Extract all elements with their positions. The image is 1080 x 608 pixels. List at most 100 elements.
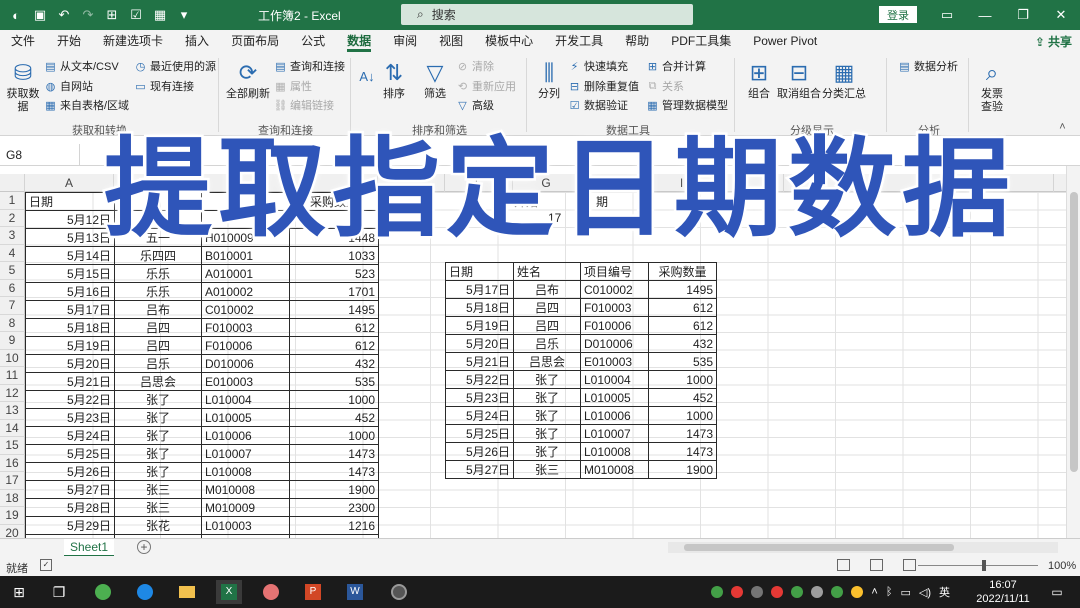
table-cell[interactable]: M010009 [201, 498, 290, 517]
table-cell[interactable]: 432 [289, 354, 379, 373]
table-cell[interactable]: 535 [648, 352, 717, 371]
queries-connections-button[interactable]: ▤ 查询和连接 [274, 58, 345, 74]
row-header[interactable]: 17 [0, 472, 25, 490]
edit-links-button[interactable]: ⛓ 编辑链接 [274, 97, 334, 113]
from-text-csv-button[interactable]: ▤ 从文本/CSV [44, 58, 118, 74]
table-cell[interactable]: L010007 [201, 444, 290, 463]
row-header[interactable]: 20 [0, 524, 25, 538]
table-cell[interactable]: L010003 [201, 516, 290, 535]
table-cell[interactable]: 1473 [289, 444, 379, 463]
table-cell[interactable]: F010006 [201, 336, 290, 355]
table-cell[interactable]: 5月23日 [25, 408, 115, 427]
table-cell[interactable]: F010006 [580, 316, 649, 335]
row-header[interactable]: 14 [0, 419, 25, 437]
column-header[interactable]: I [648, 174, 716, 192]
ribbon-tab[interactable]: 公式 [290, 30, 336, 52]
table-cell[interactable]: 1000 [289, 426, 379, 445]
ribbon-tab[interactable]: 插入 [174, 30, 220, 52]
page-break-view-icon[interactable] [903, 559, 916, 571]
zoom-slider[interactable] [918, 565, 1038, 566]
table-cell[interactable]: 1701 [289, 282, 379, 301]
table-cell[interactable]: 1473 [648, 442, 717, 461]
table-cell[interactable]: A010001 [201, 264, 290, 283]
column-header[interactable]: H [580, 174, 648, 192]
table-cell[interactable]: 5月16日 [25, 282, 115, 301]
table-cell[interactable]: 吕四 [513, 298, 581, 317]
ribbon-tab[interactable]: PDF工具集 [660, 30, 742, 52]
table-cell[interactable]: 612 [648, 298, 717, 317]
row-header[interactable]: 10 [0, 349, 25, 367]
table-cell[interactable]: L010005 [201, 408, 290, 427]
table-cell[interactable]: 5月27日 [445, 460, 514, 479]
row-header[interactable]: 4 [0, 244, 25, 262]
table-cell[interactable]: 1000 [289, 390, 379, 409]
header-cell[interactable]: 日期 [25, 192, 115, 211]
table-cell[interactable]: H010009 [201, 228, 290, 247]
undo-icon[interactable]: ↶ [56, 7, 72, 23]
consolidate-button[interactable]: ⊞ 合并计算 [646, 58, 706, 74]
table-cell[interactable] [201, 210, 290, 229]
table-cell[interactable]: 吕布 [513, 280, 581, 299]
table-cell[interactable]: 张了 [513, 406, 581, 425]
zoom-slider-knob[interactable] [982, 560, 986, 571]
table-cell[interactable]: 5月28日 [25, 498, 115, 517]
sort-az-button[interactable]: A↓ [358, 62, 376, 92]
manage-data-model-button[interactable]: ▦ 管理数据模型 [646, 97, 728, 113]
row-header[interactable]: 11 [0, 367, 25, 385]
table-cell[interactable]: C010002 [580, 280, 649, 299]
table-cell[interactable]: 5月21日 [445, 352, 514, 371]
table-cell[interactable]: 张了 [114, 462, 202, 481]
row-header[interactable]: 5 [0, 262, 25, 280]
table-cell[interactable]: 张花 [114, 516, 202, 535]
table-cell[interactable]: 612 [648, 316, 717, 335]
autosave-toggle-icon[interactable]: ◐ [8, 7, 24, 23]
data-analysis-button[interactable]: ▤ 数据分析 [898, 58, 958, 74]
tray-app-icon[interactable] [811, 586, 824, 598]
table-cell[interactable]: 吕思会 [114, 372, 202, 391]
table-cell[interactable]: 5月26日 [25, 462, 115, 481]
zoom-level[interactable]: 100% [1048, 560, 1076, 572]
minimize-icon[interactable]: — [966, 0, 1004, 30]
table-cell[interactable]: 5月17日 [25, 300, 115, 319]
relationships-button[interactable]: ⧉ 关系 [646, 78, 684, 94]
table-cell[interactable]: 5月19日 [445, 316, 514, 335]
table-cell[interactable]: E010003 [580, 352, 649, 371]
table-cell[interactable]: 5月18日 [25, 318, 115, 337]
network-icon[interactable]: ▭ [900, 586, 910, 599]
tray-app-icon[interactable] [711, 586, 724, 598]
table-cell[interactable]: L010008 [580, 442, 649, 461]
from-web-button[interactable]: ◍ 自网站 [44, 78, 93, 94]
select-all-corner[interactable] [0, 174, 25, 192]
table-cell[interactable]: L010004 [580, 370, 649, 389]
table-cell[interactable]: 1495 [648, 280, 717, 299]
table-cell[interactable]: 5月27日 [25, 480, 115, 499]
collapse-ribbon-button[interactable]: ˄ [1056, 120, 1069, 133]
column-header[interactable]: F [445, 174, 513, 192]
row-header[interactable]: 8 [0, 314, 25, 332]
worksheet[interactable]: AFGHI 1 2 3 4 5 6 7 8 9 10 11 12 13 14 15 16 17 18 19 20 日期… [0, 174, 1066, 538]
table-cell[interactable]: 张了 [114, 444, 202, 463]
table-cell[interactable]: 吕四 [114, 318, 202, 337]
tray-app-icon[interactable] [751, 586, 764, 598]
customize-toolbar-icon[interactable]: ▾ [176, 7, 192, 23]
ribbon-tab[interactable]: 页面布局 [220, 30, 290, 52]
clear-filter-button[interactable]: ⊘ 清除 [456, 58, 494, 74]
row-header[interactable]: 16 [0, 454, 25, 472]
table-cell[interactable]: 乐四四 [114, 246, 202, 265]
browser-green-icon[interactable] [90, 580, 116, 604]
recent-sources-button[interactable]: ◷ 最近使用的源 [134, 58, 216, 74]
vertical-scroll-thumb[interactable] [1070, 192, 1078, 472]
taskbar-clock[interactable]: 16:07 2022/11/11 [970, 578, 1036, 606]
powerpoint-icon[interactable]: P [300, 580, 326, 604]
header-cell[interactable]: 采购数量 [289, 192, 379, 211]
header-cell[interactable]: 项目编号 [580, 262, 649, 281]
table-cell[interactable]: 五一 [114, 228, 202, 247]
table-cell[interactable]: 5月24日 [445, 406, 514, 425]
table-cell[interactable]: F010003 [580, 298, 649, 317]
ribbon-tab[interactable]: 数据 [336, 30, 382, 52]
row-header[interactable]: 18 [0, 489, 25, 507]
table-cell[interactable]: 1473 [289, 462, 379, 481]
column-header[interactable] [986, 174, 1054, 192]
share-button[interactable]: ⇪ 共享 [1035, 33, 1072, 50]
header-cell[interactable] [114, 192, 202, 211]
